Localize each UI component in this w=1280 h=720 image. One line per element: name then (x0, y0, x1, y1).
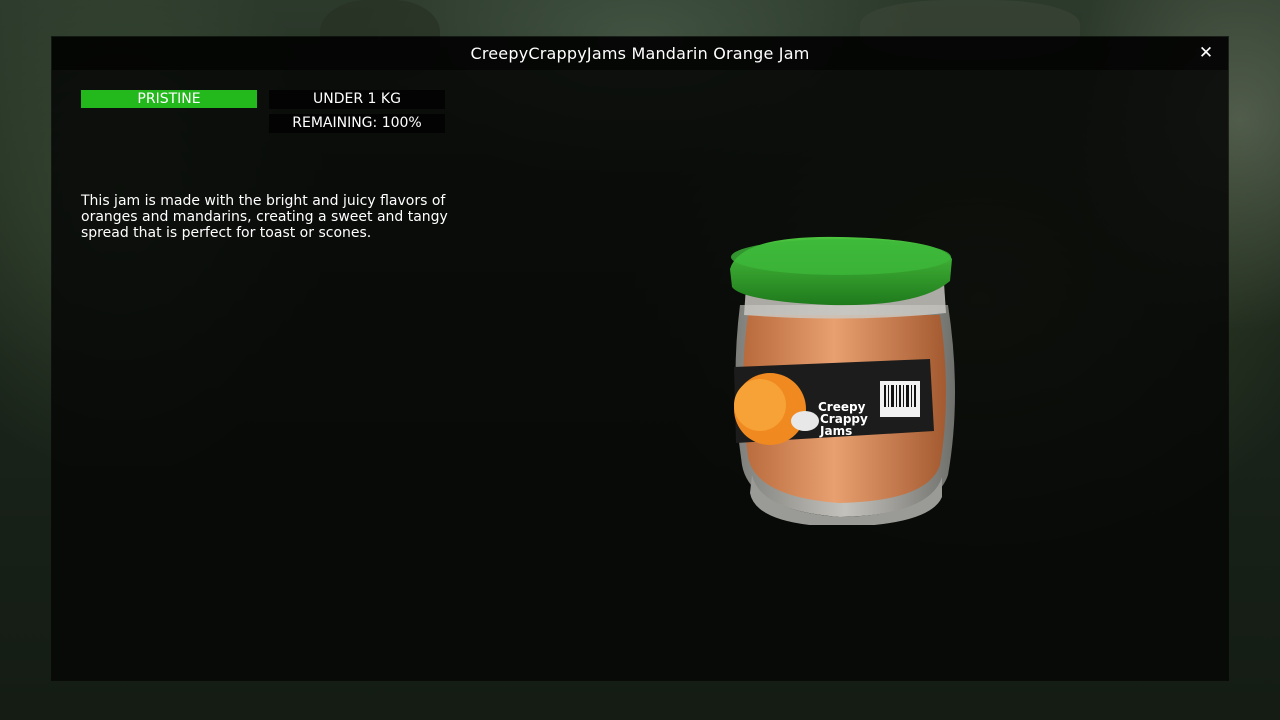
remaining-label: REMAINING: 100% (269, 114, 445, 133)
condition-badge: PRISTINE (81, 90, 257, 108)
label-brand-3: Jams (819, 424, 852, 438)
weight-label: UNDER 1 KG (269, 90, 445, 109)
jam-jar-image: Creepy Crappy Jams (730, 236, 955, 525)
close-icon[interactable]: ✕ (1196, 43, 1216, 63)
item-description: This jam is made with the bright and jui… (81, 193, 448, 241)
item-title: CreepyCrappyJams Mandarin Orange Jam (470, 44, 810, 63)
item-inspect-panel: CreepyCrappyJams Mandarin Orange Jam ✕ P… (52, 37, 1228, 680)
title-bar: CreepyCrappyJams Mandarin Orange Jam ✕ (52, 37, 1228, 70)
